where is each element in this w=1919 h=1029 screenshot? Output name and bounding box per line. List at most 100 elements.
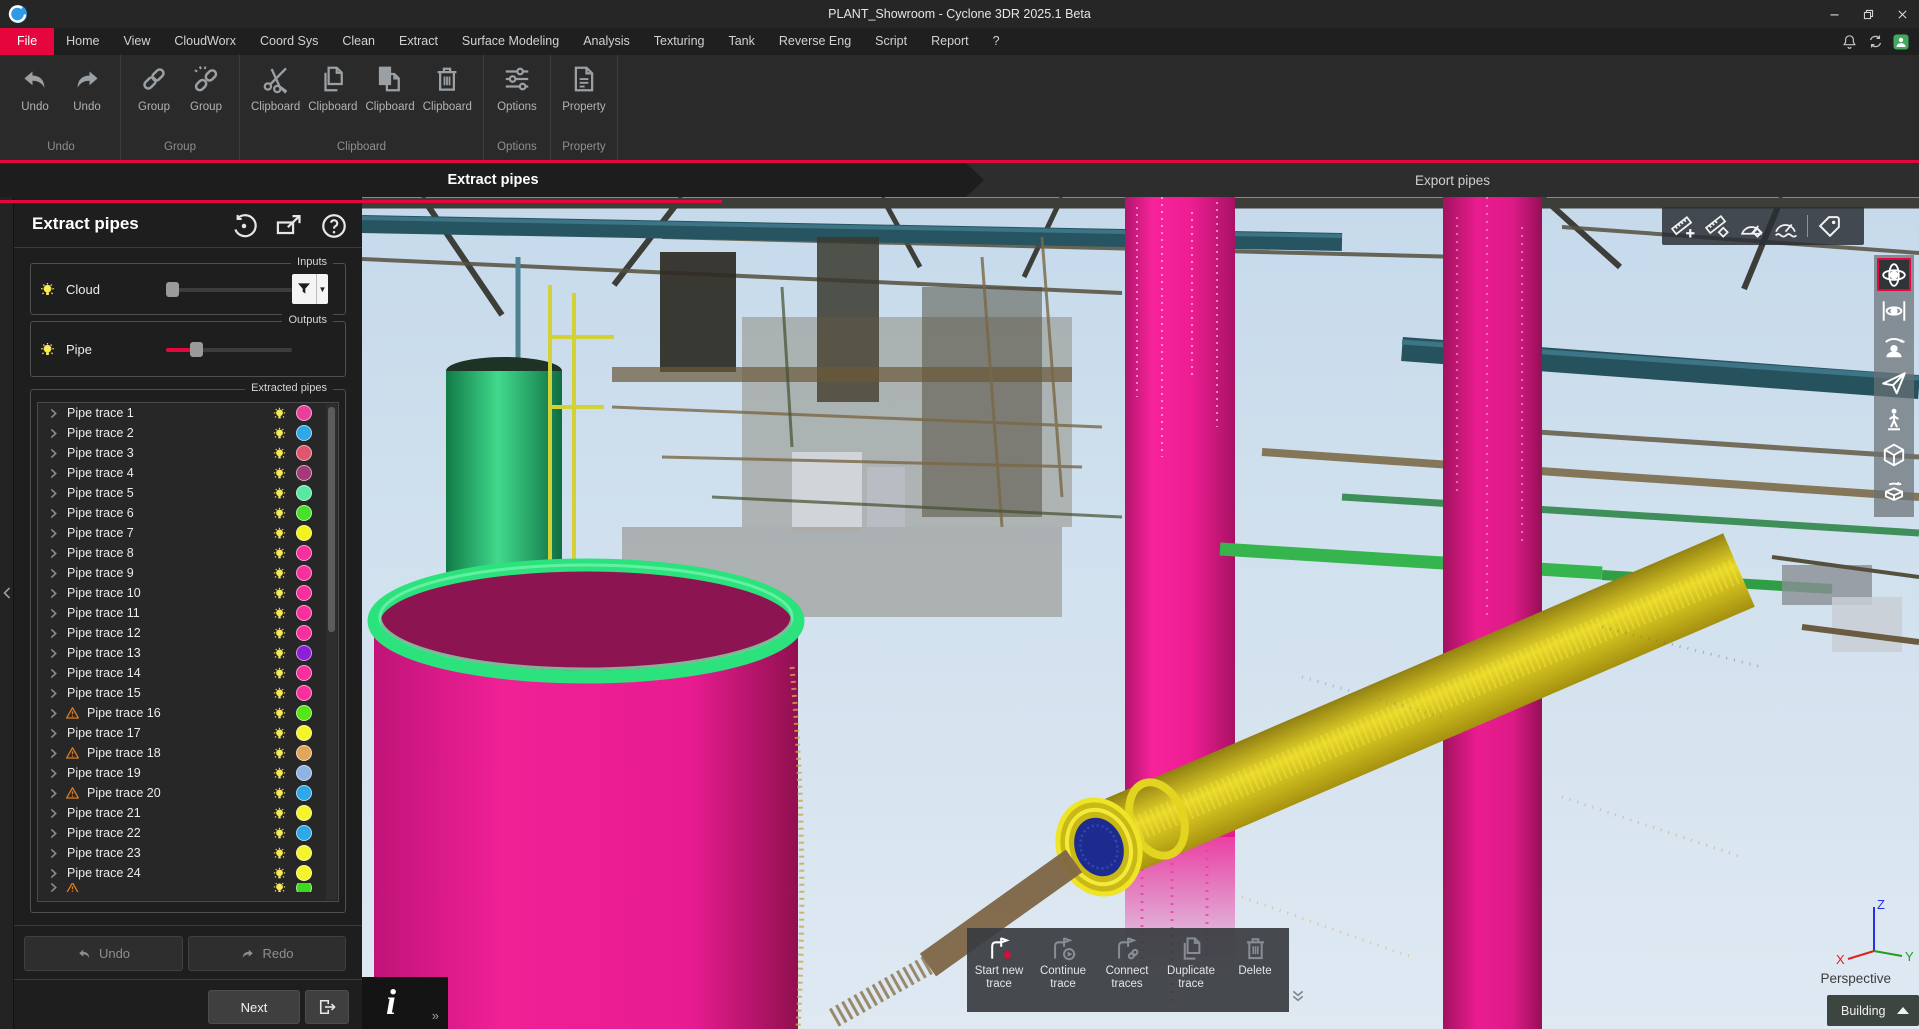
expand-chevron-icon[interactable] — [47, 747, 60, 760]
pipe-trace-row[interactable]: Pipe trace 4 — [38, 463, 338, 483]
expand-chevron-icon[interactable] — [47, 787, 60, 800]
ribbon-button[interactable]: Property — [558, 55, 610, 113]
visibility-bulb-icon[interactable] — [272, 826, 287, 841]
help-icon[interactable] — [320, 212, 348, 240]
visibility-bulb-icon[interactable] — [272, 446, 287, 461]
slider-handle[interactable] — [190, 342, 203, 357]
visibility-bulb-icon[interactable] — [272, 706, 287, 721]
visibility-bulb-icon[interactable] — [272, 506, 287, 521]
angle-measure-icon[interactable] — [1739, 214, 1764, 239]
menu-item[interactable]: Home — [54, 28, 111, 55]
close-button[interactable] — [1885, 0, 1919, 28]
visibility-bulb-icon[interactable] — [272, 866, 287, 881]
expand-chevron-icon[interactable] — [47, 767, 60, 780]
trace-tool-button[interactable]: Start newtrace — [967, 935, 1031, 1012]
cloud-filter-button[interactable]: ▼ — [292, 274, 328, 304]
expand-chevron-icon[interactable] — [47, 867, 60, 880]
pipe-trace-row[interactable]: Pipe trace 23 — [38, 843, 338, 863]
expand-chevron-icon[interactable] — [47, 627, 60, 640]
angle-free-icon[interactable] — [1773, 214, 1798, 239]
menu-item[interactable]: View — [112, 28, 163, 55]
menu-item[interactable]: Analysis — [571, 28, 642, 55]
sync-icon[interactable] — [1867, 33, 1884, 50]
pipe-color-swatch[interactable] — [296, 883, 312, 892]
nav-tool-button[interactable] — [1877, 474, 1911, 507]
panel-redo-button[interactable]: Redo — [188, 936, 346, 971]
panel-undo-button[interactable]: Undo — [24, 936, 183, 971]
pipe-color-swatch[interactable] — [296, 545, 312, 561]
pipe-trace-row[interactable]: Pipe trace 7 — [38, 523, 338, 543]
nav-tool-button[interactable] — [1877, 438, 1911, 471]
trace-tool-button[interactable]: Duplicatetrace — [1159, 935, 1223, 1012]
pipe-trace-row[interactable]: Pipe trace 10 — [38, 583, 338, 603]
bell-icon[interactable] — [1841, 33, 1858, 50]
pipe-color-swatch[interactable] — [296, 725, 312, 741]
trace-tool-button[interactable]: Continuetrace — [1031, 935, 1095, 1012]
visibility-bulb-icon[interactable] — [272, 666, 287, 681]
pipe-color-swatch[interactable] — [296, 565, 312, 581]
visibility-bulb-icon[interactable] — [272, 606, 287, 621]
ribbon-button[interactable]: Group — [128, 55, 180, 113]
pipe-color-swatch[interactable] — [296, 825, 312, 841]
slider-handle[interactable] — [166, 282, 179, 297]
nav-tool-button[interactable] — [1877, 402, 1911, 435]
nav-tool-button[interactable] — [1877, 294, 1911, 327]
ribbon-button[interactable]: Clipboard — [247, 55, 304, 113]
pipe-color-swatch[interactable] — [296, 465, 312, 481]
ribbon-button[interactable]: Undo — [9, 55, 61, 113]
expand-chevron-icon[interactable] — [47, 827, 60, 840]
menu-item[interactable]: File — [0, 28, 54, 55]
expand-chevron-icon[interactable] — [47, 507, 60, 520]
ribbon-button[interactable]: Clipboard — [361, 55, 418, 113]
visibility-bulb-icon[interactable] — [272, 466, 287, 481]
ribbon-button[interactable]: Group — [180, 55, 232, 113]
scrollbar-thumb[interactable] — [328, 407, 335, 632]
pipe-trace-row[interactable]: Pipe trace 17 — [38, 723, 338, 743]
menu-item[interactable]: Surface Modeling — [450, 28, 571, 55]
pipe-color-swatch[interactable] — [296, 485, 312, 501]
visibility-bulb-icon[interactable] — [39, 341, 56, 358]
info-hint-box[interactable]: i » — [362, 977, 448, 1029]
ribbon-button[interactable]: Undo — [61, 55, 113, 113]
expand-chevron-icon[interactable] — [47, 527, 60, 540]
expand-chevron-icon[interactable] — [47, 427, 60, 440]
trace-tool-button[interactable]: Connecttraces — [1095, 935, 1159, 1012]
pipe-trace-row[interactable]: Pipe trace 20 — [38, 783, 338, 803]
pipe-trace-row[interactable]: Pipe trace 6 — [38, 503, 338, 523]
workflow-step-export[interactable]: Export pipes — [986, 163, 1919, 197]
pipe-trace-row[interactable]: Pipe trace 13 — [38, 643, 338, 663]
pipe-trace-row[interactable]: Pipe trace 5 — [38, 483, 338, 503]
expand-chevron-icon[interactable] — [47, 547, 60, 560]
menu-item[interactable]: Clean — [330, 28, 387, 55]
pipe-color-swatch[interactable] — [296, 585, 312, 601]
expand-chevron-icon[interactable] — [47, 407, 60, 420]
expand-chevron-icon[interactable] — [47, 467, 60, 480]
pipe-trace-row[interactable] — [38, 883, 338, 892]
exit-workflow-button[interactable] — [305, 990, 349, 1024]
visibility-bulb-icon[interactable] — [272, 646, 287, 661]
pipe-trace-row[interactable]: Pipe trace 19 — [38, 763, 338, 783]
expand-chevron-icon[interactable] — [47, 847, 60, 860]
pipe-color-swatch[interactable] — [296, 665, 312, 681]
expand-chevron-icon[interactable] — [47, 447, 60, 460]
nav-tool-button[interactable] — [1877, 330, 1911, 363]
pipe-color-swatch[interactable] — [296, 405, 312, 421]
ribbon-button[interactable]: Options — [491, 55, 543, 113]
visibility-bulb-icon[interactable] — [272, 546, 287, 561]
pipe-trace-row[interactable]: Pipe trace 21 — [38, 803, 338, 823]
tag-icon[interactable] — [1817, 214, 1842, 239]
pipe-trace-row[interactable]: Pipe trace 16 — [38, 703, 338, 723]
ribbon-button[interactable]: Clipboard — [419, 55, 476, 113]
pipe-trace-list[interactable]: Pipe trace 1 Pipe trace 2 — [37, 402, 339, 902]
visibility-bulb-icon[interactable] — [39, 281, 56, 298]
pipe-color-swatch[interactable] — [296, 425, 312, 441]
minimize-button[interactable] — [1817, 0, 1851, 28]
visibility-bulb-icon[interactable] — [272, 686, 287, 701]
pipe-trace-row[interactable]: Pipe trace 18 — [38, 743, 338, 763]
trace-tool-button[interactable]: Delete — [1223, 935, 1287, 1012]
pipe-trace-row[interactable]: Pipe trace 12 — [38, 623, 338, 643]
visibility-bulb-icon[interactable] — [272, 526, 287, 541]
expand-chevron-icon[interactable] — [47, 707, 60, 720]
menu-item[interactable]: Tank — [716, 28, 766, 55]
pipe-color-swatch[interactable] — [296, 685, 312, 701]
